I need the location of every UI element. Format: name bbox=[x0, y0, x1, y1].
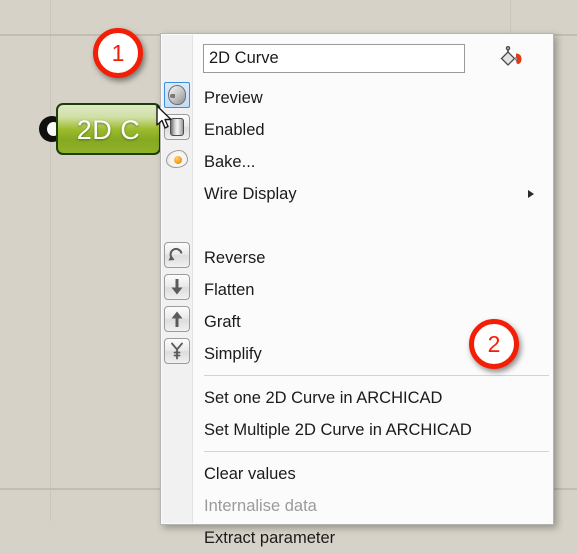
menu-item-label: Set one 2D Curve in ARCHICAD bbox=[204, 389, 443, 407]
menu-item-bake[interactable]: Bake... bbox=[192, 146, 552, 178]
menu-item-reverse[interactable]: Reverse bbox=[192, 242, 552, 274]
menu-item-label: Enabled bbox=[204, 121, 265, 139]
menu-item-label: Graft bbox=[204, 313, 241, 331]
head-glyph bbox=[168, 85, 186, 105]
menu-item-extract-parameter[interactable]: Extract parameter bbox=[192, 522, 552, 554]
paint-bucket-icon[interactable] bbox=[497, 45, 525, 72]
flatten-arrow-down-icon[interactable] bbox=[164, 274, 190, 300]
menu-item-preview[interactable]: Preview bbox=[192, 82, 552, 114]
chevron-right-icon bbox=[528, 190, 534, 198]
reverse-glyph bbox=[164, 242, 190, 268]
menu-item-internalise-data: Internalise data bbox=[192, 490, 552, 522]
toggle-switch-icon[interactable] bbox=[164, 114, 190, 140]
menu-item-label: Wire Display bbox=[204, 185, 297, 203]
menu-item-label: Internalise data bbox=[204, 497, 317, 515]
menu-separator bbox=[204, 451, 549, 452]
menu-item-label: Reverse bbox=[204, 249, 266, 267]
arrow-up-glyph bbox=[164, 306, 190, 332]
component-label: 2D C bbox=[76, 115, 141, 145]
menu-item-label: Preview bbox=[204, 89, 263, 107]
menu-item-flatten[interactable]: Flatten bbox=[192, 274, 552, 306]
menu-item-label: Set Multiple 2D Curve in ARCHICAD bbox=[204, 421, 472, 439]
menu-item-clear-values[interactable]: Clear values bbox=[192, 458, 552, 490]
arrow-down-glyph bbox=[164, 274, 190, 300]
menu-item-label: Bake... bbox=[204, 153, 256, 171]
menu-item-wire-display[interactable]: Wire Display bbox=[192, 178, 552, 210]
graft-arrow-up-icon[interactable] bbox=[164, 306, 190, 332]
switch-glyph bbox=[170, 118, 184, 136]
egg-glyph bbox=[166, 150, 188, 168]
preview-head-icon[interactable] bbox=[164, 82, 190, 108]
simplify-tree-icon[interactable] bbox=[164, 338, 190, 364]
menu-item-label: Flatten bbox=[204, 281, 255, 299]
menu-item-label: Clear values bbox=[204, 465, 296, 483]
menu-item-set-one-archicad[interactable]: Set one 2D Curve in ARCHICAD bbox=[192, 382, 552, 414]
annotation-badge-1: 1 bbox=[93, 28, 143, 78]
annotation-badge-2: 2 bbox=[469, 319, 519, 369]
menu-item-enabled[interactable]: Enabled bbox=[192, 114, 552, 146]
tree-glyph bbox=[164, 338, 190, 364]
menu-separator bbox=[204, 375, 549, 376]
bake-egg-icon[interactable] bbox=[164, 146, 190, 172]
menu-item-set-multiple-archicad[interactable]: Set Multiple 2D Curve in ARCHICAD bbox=[192, 414, 552, 446]
menu-name-row bbox=[192, 35, 552, 79]
component-body[interactable]: 2D C bbox=[56, 103, 161, 155]
component-name-input[interactable] bbox=[203, 44, 465, 73]
menu-item-label: Simplify bbox=[204, 345, 262, 363]
grasshopper-component[interactable]: 2D C bbox=[39, 103, 161, 155]
menu-item-label: Extract parameter bbox=[204, 529, 336, 547]
reverse-icon[interactable] bbox=[164, 242, 190, 268]
component-context-menu[interactable]: Preview Enabled Bake... Wire Display Rev… bbox=[160, 33, 554, 547]
grid-line-vertical bbox=[50, 0, 51, 521]
